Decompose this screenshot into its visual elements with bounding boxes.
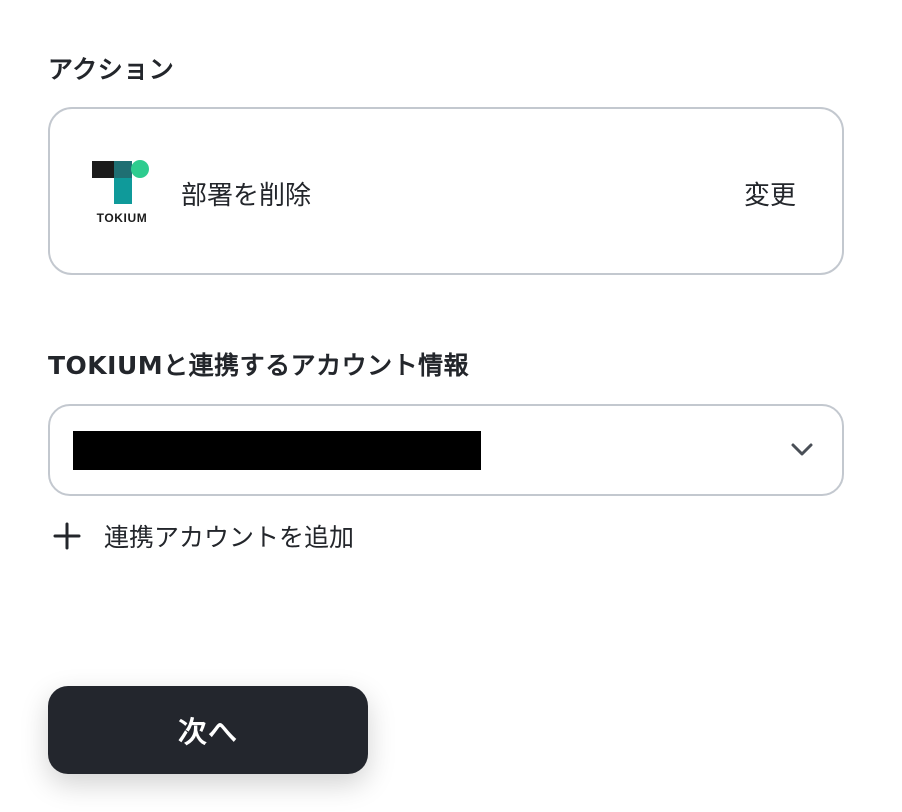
action-name: 部署を削除: [181, 181, 312, 211]
action-card: TOKIUM 部署を削除 変更: [48, 107, 844, 275]
change-action-button[interactable]: 変更: [744, 175, 796, 212]
tokium-logo-mark-icon: [92, 160, 149, 204]
action-section-label: アクション: [48, 55, 175, 84]
next-button[interactable]: 次へ: [48, 686, 368, 774]
add-account-label: 連携アカウントを追加: [104, 523, 355, 552]
account-section-label: TOKIUMと連携するアカウント情報: [48, 351, 470, 380]
chevron-down-icon: [791, 443, 813, 456]
redacted-account-value: [73, 431, 481, 470]
account-select[interactable]: [48, 404, 844, 496]
tokium-logo: TOKIUM: [92, 159, 152, 229]
tokium-logo-text: TOKIUM: [96, 211, 148, 225]
page: アクション TOKIUM 部署を削除 変更 TOKIUMと連携するアカウント情報…: [0, 0, 902, 812]
add-account-button[interactable]: 連携アカウントを追加: [52, 518, 354, 554]
plus-icon: [53, 522, 81, 550]
